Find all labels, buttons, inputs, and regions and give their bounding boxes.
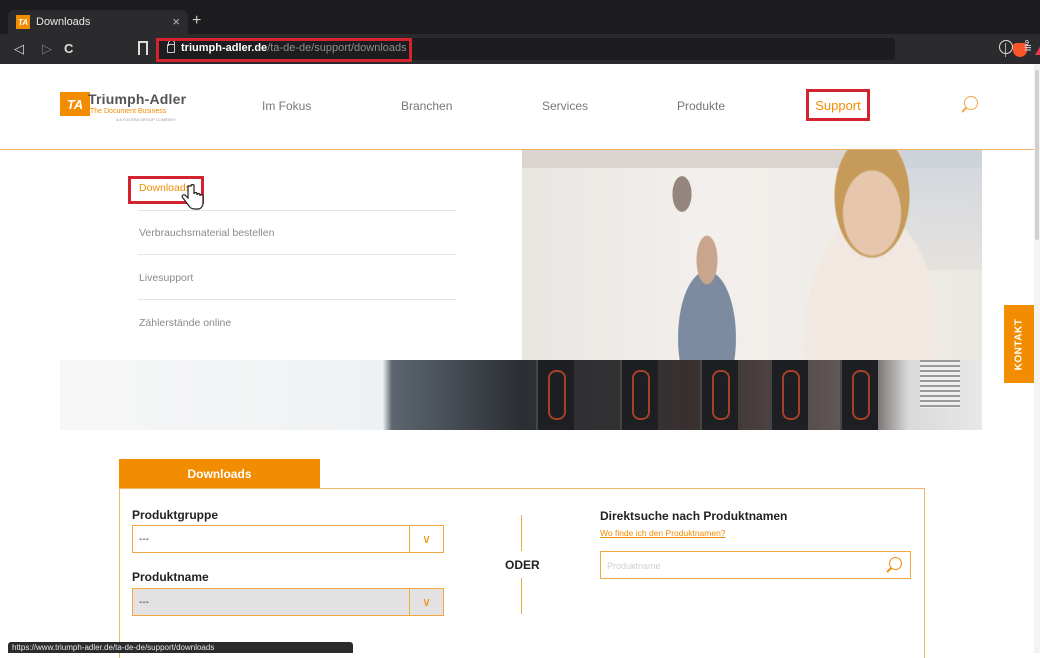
hand-cursor-icon — [181, 184, 204, 210]
close-icon[interactable]: × — [172, 14, 180, 29]
server-rack — [536, 360, 574, 430]
chevron-down-icon[interactable]: ∨ — [409, 526, 443, 552]
server-rack — [770, 360, 808, 430]
produktgruppe-select[interactable]: --- ∨ — [132, 525, 444, 553]
search-icon[interactable] — [889, 557, 902, 570]
menu-divider — [138, 299, 456, 300]
support-dropdown — [10, 150, 522, 360]
nav-branchen[interactable]: Branchen — [401, 99, 452, 113]
server-rack — [700, 360, 738, 430]
oder-divider — [521, 515, 522, 551]
menu-item-zaehlerstaende[interactable]: Zählerstände online — [139, 317, 231, 329]
tab-title: Downloads — [36, 16, 91, 28]
menu-divider — [138, 254, 456, 255]
menu-item-verbrauchsmaterial[interactable]: Verbrauchsmaterial bestellen — [139, 227, 274, 239]
browser-tab-bar: TA Downloads × + — [0, 0, 1040, 34]
bookmark-icon[interactable] — [138, 41, 148, 55]
logo-mark: TA — [60, 92, 90, 116]
reload-icon[interactable]: C — [64, 40, 73, 58]
status-bar-url: https://www.triumph-adler.de/ta-de-de/su… — [8, 642, 353, 653]
hero-person-headset-man — [662, 234, 752, 360]
produktgruppe-label: Produktgruppe — [132, 508, 218, 522]
scrollbar-thumb[interactable] — [1035, 70, 1039, 240]
downloads-tab[interactable]: Downloads — [119, 459, 320, 489]
produktgruppe-value: --- — [139, 534, 149, 545]
logo-group: A KYOCERA GROUP COMPANY — [116, 117, 176, 122]
back-icon[interactable]: ◁ — [14, 40, 24, 58]
search-icon[interactable] — [964, 96, 978, 110]
menu-item-livesupport[interactable]: Livesupport — [139, 272, 193, 284]
nav-im-fokus[interactable]: Im Fokus — [262, 99, 311, 113]
produktname-value: --- — [139, 597, 149, 608]
logo-name: Triumph-Adler — [88, 91, 187, 107]
support-hero-image — [522, 150, 982, 360]
oder-label: ODER — [505, 558, 540, 572]
menu-icon[interactable]: ≡ — [1024, 40, 1032, 55]
nav-produkte[interactable]: Produkte — [677, 99, 725, 113]
profile-icon[interactable] — [999, 40, 1013, 54]
site-favicon-icon: TA — [16, 15, 30, 29]
kontakt-tab[interactable]: KONTAKT — [1004, 305, 1034, 383]
hero-person-headset-woman — [772, 150, 972, 360]
url-highlight-annotation — [156, 38, 412, 62]
nav-support[interactable]: Support — [806, 89, 870, 121]
server-banner-image — [60, 360, 982, 430]
oder-divider — [521, 578, 522, 614]
new-tab-button[interactable]: + — [192, 13, 201, 29]
browser-tab[interactable]: TA Downloads × — [8, 10, 188, 34]
produktname-label: Produktname — [132, 570, 209, 584]
site-header: TA Triumph-Adler The Document Business A… — [0, 64, 1040, 150]
brave-rewards-icon[interactable] — [1035, 43, 1040, 55]
produktname-select[interactable]: --- ∨ — [132, 588, 444, 616]
logo-tagline: The Document Business — [90, 108, 167, 115]
nav-services[interactable]: Services — [542, 99, 588, 113]
server-rack — [840, 360, 878, 430]
direktsuche-title: Direktsuche nach Produktnamen — [600, 509, 788, 523]
forward-icon[interactable]: ▷ — [42, 40, 52, 58]
menu-divider — [138, 210, 456, 211]
server-rack — [620, 360, 658, 430]
produktname-search-input[interactable]: Produktname — [600, 551, 911, 579]
chevron-down-icon[interactable]: ∨ — [409, 589, 443, 615]
search-placeholder: Produktname — [607, 561, 661, 571]
vent — [920, 360, 960, 408]
produktname-help-link[interactable]: Wo finde ich den Produktnamen? — [600, 528, 726, 538]
